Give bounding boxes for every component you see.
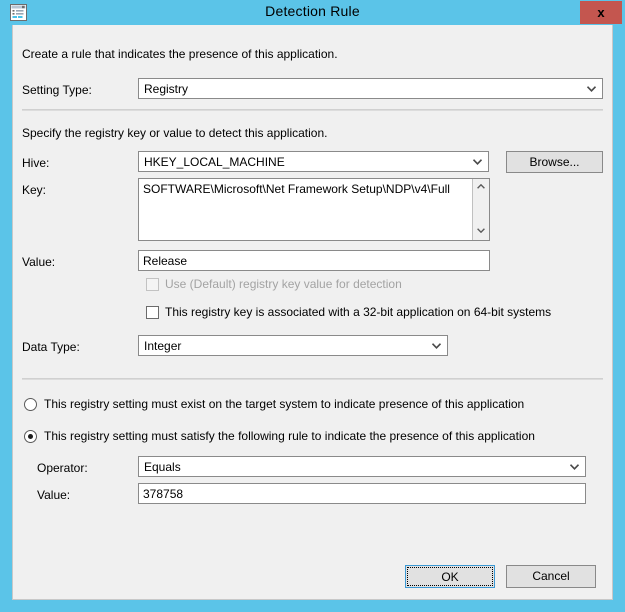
checkbox-box[interactable]: [146, 306, 159, 319]
key-value: SOFTWARE\Microsoft\Net Framework Setup\N…: [143, 182, 450, 196]
dialog-body: Create a rule that indicates the presenc…: [12, 25, 613, 600]
radio-selected-dot: [28, 434, 33, 439]
detection-rule-dialog: Detection Rule x Create a rule that indi…: [0, 0, 625, 612]
rule-value-label: Value:: [37, 488, 71, 502]
chevron-down-icon: [570, 464, 579, 470]
chevron-down-icon: [587, 86, 596, 92]
divider-top: [22, 109, 603, 111]
hive-select[interactable]: HKEY_LOCAL_MACHINE: [138, 151, 489, 172]
operator-value: Equals: [144, 460, 181, 474]
key-label: Key:: [22, 183, 47, 197]
data-type-value: Integer: [144, 339, 182, 353]
registry-value-input[interactable]: Release: [138, 250, 490, 271]
browse-button[interactable]: Browse...: [506, 151, 603, 173]
chevron-down-icon: [432, 343, 441, 349]
wow64-checkbox-label: This registry key is associated with a 3…: [165, 305, 552, 319]
close-icon[interactable]: x: [580, 1, 622, 24]
operator-select[interactable]: Equals: [138, 456, 586, 477]
page-title: Detection Rule: [265, 3, 360, 19]
scroll-down-icon[interactable]: [473, 223, 489, 240]
key-scrollbar[interactable]: [472, 179, 489, 240]
checkbox-box: [146, 278, 159, 291]
divider-bottom: [22, 378, 603, 380]
rule-value-input[interactable]: 378758: [138, 483, 586, 504]
cancel-button[interactable]: Cancel: [506, 565, 596, 588]
rule-value-text: 378758: [143, 487, 184, 501]
radio-circle[interactable]: [24, 398, 37, 411]
hive-value: HKEY_LOCAL_MACHINE: [144, 155, 285, 169]
setting-type-label: Setting Type:: [22, 83, 92, 97]
ok-button[interactable]: OK: [405, 565, 495, 588]
ok-button-label: OK: [407, 567, 493, 586]
hive-label: Hive:: [22, 156, 50, 170]
registry-value-label: Value:: [22, 255, 56, 269]
radio-circle[interactable]: [24, 430, 37, 443]
use-default-checkbox-label: Use (Default) registry key value for det…: [165, 277, 402, 291]
setting-type-select[interactable]: Registry: [138, 78, 603, 99]
data-type-label: Data Type:: [22, 340, 80, 354]
chevron-down-icon: [473, 159, 482, 165]
scroll-up-icon[interactable]: [473, 179, 489, 196]
intro-text: Create a rule that indicates the presenc…: [22, 47, 338, 61]
setting-type-value: Registry: [144, 82, 189, 96]
title-bar: Detection Rule x: [0, 0, 625, 25]
registry-description: Specify the registry key or value to det…: [22, 126, 328, 140]
key-textarea[interactable]: SOFTWARE\Microsoft\Net Framework Setup\N…: [138, 178, 490, 241]
data-type-select[interactable]: Integer: [138, 335, 448, 356]
radio-must-satisfy-label: This registry setting must satisfy the f…: [44, 429, 535, 443]
registry-value-text: Release: [143, 254, 188, 268]
operator-label: Operator:: [37, 461, 88, 475]
radio-must-exist-label: This registry setting must exist on the …: [44, 397, 525, 411]
